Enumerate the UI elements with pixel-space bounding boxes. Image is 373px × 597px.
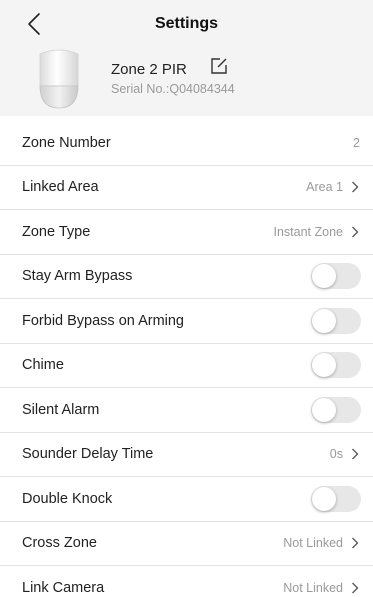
setting-row-silent-alarm[interactable]: Silent Alarm (0, 388, 373, 433)
setting-value: 2 (353, 135, 360, 150)
chevron-right-icon (352, 181, 359, 193)
device-header: Zone 2 PIR Serial No.:Q04084344 (0, 48, 373, 116)
setting-label: Zone Number (22, 134, 111, 151)
setting-value: Area 1 (306, 180, 343, 195)
setting-label: Cross Zone (22, 535, 97, 552)
setting-label: Double Knock (22, 490, 113, 507)
toggle-knob (312, 353, 336, 378)
device-name: Zone 2 PIR (111, 61, 187, 78)
setting-row-stay-arm-bypass[interactable]: Stay Arm Bypass (0, 255, 373, 299)
setting-row-double-knock[interactable]: Double Knock (0, 477, 373, 522)
setting-row-chime[interactable]: Chime (0, 344, 373, 388)
setting-row-cross-zone[interactable]: Cross Zone Not Linked (0, 522, 373, 566)
chevron-right-icon (352, 537, 359, 549)
toggle-switch[interactable] (311, 485, 361, 512)
setting-row-forbid-bypass-on-arming[interactable]: Forbid Bypass on Arming (0, 299, 373, 344)
toggle-knob (312, 486, 336, 511)
toggle-knob (312, 264, 336, 289)
toggle-switch[interactable] (311, 307, 361, 334)
setting-row-link-camera[interactable]: Link Camera Not Linked (0, 566, 373, 597)
toggle-knob (312, 308, 336, 333)
setting-row-sounder-delay-time[interactable]: Sounder Delay Time 0s (0, 433, 373, 477)
chevron-right-icon (352, 226, 359, 238)
serial-number: Serial No.:Q04084344 (111, 82, 235, 96)
setting-value: Not Linked (283, 536, 343, 551)
pir-sensor-icon (39, 49, 79, 109)
setting-label: Zone Type (22, 223, 91, 240)
toggle-switch[interactable] (311, 396, 361, 423)
toggle-switch[interactable] (311, 352, 361, 379)
setting-label: Forbid Bypass on Arming (22, 312, 184, 329)
setting-row-linked-area[interactable]: Linked Area Area 1 (0, 166, 373, 210)
edit-icon (211, 58, 227, 74)
chevron-right-icon (352, 582, 359, 594)
settings-list: Zone Number 2 Linked Area Area 1 Zone Type In… (0, 121, 373, 597)
setting-label: Stay Arm Bypass (22, 268, 133, 285)
setting-row-zone-type[interactable]: Zone Type Instant Zone (0, 210, 373, 255)
setting-row-zone-number: Zone Number 2 (0, 121, 373, 166)
setting-value: Instant Zone (273, 224, 344, 239)
toggle-switch[interactable] (311, 263, 361, 290)
setting-value: Not Linked (283, 581, 343, 596)
setting-label: Silent Alarm (22, 401, 100, 418)
setting-label: Linked Area (22, 179, 99, 196)
setting-value: 0s (329, 447, 343, 462)
page-title: Settings (154, 15, 219, 32)
edit-button[interactable] (210, 57, 228, 75)
setting-label: Link Camera (22, 580, 105, 597)
setting-label: Sounder Delay Time (22, 446, 154, 463)
setting-label: Chime (22, 357, 64, 374)
toggle-knob (312, 397, 336, 422)
chevron-right-icon (352, 448, 359, 460)
nav-bar: Settings (0, 0, 373, 48)
